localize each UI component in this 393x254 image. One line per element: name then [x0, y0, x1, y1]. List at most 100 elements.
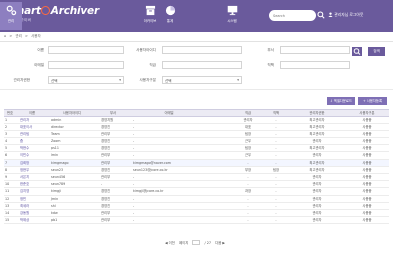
table-row[interactable]: 4 줌 Zoom 경영진 - 근무 - 관리자 사용중 — [4, 138, 389, 146]
rank-input[interactable] — [162, 61, 242, 69]
header-search-input[interactable] — [273, 12, 309, 19]
department-search-button[interactable] — [352, 47, 362, 56]
excel-download-button[interactable]: ⇩ 엑셀다운로드 — [327, 97, 355, 105]
cell-name[interactable]: 줌 — [17, 138, 47, 145]
cell-email: - — [133, 175, 135, 179]
add-user-button[interactable]: + 사용자등록 — [358, 97, 387, 105]
table-row[interactable]: 5 박현수 ps11 경영진 - 팀장 - 최고관리자 사용중 — [4, 145, 389, 153]
nav-system[interactable]: 시스템 — [222, 4, 242, 28]
cell-name[interactable]: 관리팀 — [17, 131, 47, 138]
department-label: 부서 — [267, 48, 274, 52]
cell-user-id: kimgji — [51, 189, 61, 194]
cell-name[interactable]: 서은지 — [17, 174, 47, 181]
excel-download-label: 엑셀다운로드 — [333, 99, 352, 103]
cell-position: - — [275, 131, 277, 136]
rank-label: 직급 — [149, 63, 156, 67]
cell-rank: 근무 — [244, 153, 252, 158]
archive-box-icon — [145, 5, 155, 16]
email-input[interactable] — [48, 61, 124, 69]
position-input[interactable] — [280, 61, 350, 69]
user-id-input[interactable] — [162, 46, 242, 54]
page-label: 페이지 — [178, 241, 189, 245]
table-row[interactable]: 10 한준호 seun789 - - - - 관리자 사용중 — [4, 181, 389, 189]
cell-admin-auth: 최고관리자 — [309, 124, 325, 129]
table-row[interactable]: 3 관리팀 Team 관리부 - 팀장 - 최고관리자 사용중 — [4, 131, 389, 139]
cell-number: 1 — [5, 117, 8, 122]
table-row[interactable]: 15 박제상 pb1 관리부 - - - 관리자 사용중 — [4, 217, 389, 225]
table-body: 1 관리자 admin 경영지원 - 관리자 - 최고관리자 사용중 2 대표이사 director 경… — [4, 117, 389, 225]
home-icon[interactable]: ⌂ — [4, 34, 6, 38]
breadcrumb-sep: > — [25, 34, 28, 38]
cell-department: 관리부 — [101, 131, 111, 136]
nav-manage[interactable]: 관리 — [0, 2, 22, 30]
search-icon[interactable] — [317, 11, 325, 19]
cell-name[interactable]: 강동원 — [17, 210, 47, 217]
cell-email: - — [133, 153, 135, 158]
table-row[interactable]: 2 대표이사 director 경영진 - 대표 - 최고관리자 사용중 — [4, 124, 389, 131]
cell-user-id: ps11 — [51, 146, 60, 151]
breadcrumb-manage[interactable]: 관리 — [15, 34, 21, 38]
department-input[interactable] — [280, 46, 350, 54]
table-row[interactable]: 7 김희망 kimgmago 관리부 kimgmago@naver.com - - 최고관리자… — [4, 159, 389, 167]
cell-email: - — [133, 124, 135, 129]
nav-archive-label: 아카이브 — [143, 19, 157, 23]
table-row[interactable]: 1 관리자 admin 경영지원 - 관리자 - 최고관리자 사용중 — [4, 117, 389, 124]
search-icon — [353, 48, 361, 55]
cell-admin-auth: 최고관리자 — [309, 146, 325, 151]
name-input[interactable] — [48, 46, 124, 54]
cell-name[interactable]: 박현수 — [17, 145, 47, 152]
cell-department: 경영진 — [101, 139, 111, 144]
admin-auth-select[interactable]: 선택 ▾ — [48, 76, 124, 84]
cell-name[interactable]: 정현우 — [17, 167, 47, 174]
cell-name[interactable]: 박제상 — [17, 217, 47, 224]
user-type-select[interactable]: 선택 ▾ — [162, 76, 242, 84]
cell-name[interactable]: 김희망 — [17, 160, 47, 167]
cell-number: 11 — [5, 189, 10, 194]
cell-position: - — [275, 196, 277, 201]
cell-user-type: 사용중 — [362, 210, 372, 215]
breadcrumb-users: 사용자 — [31, 34, 41, 38]
search-button[interactable]: 검색 — [368, 47, 385, 56]
user-id-label: 사용자아이디 — [136, 48, 156, 52]
nav-archive[interactable]: 아카이브 — [140, 4, 160, 28]
cell-user-id: shl — [51, 203, 56, 208]
table-row[interactable]: 9 서은지 seun456 관리부 - - - 관리자 사용중 — [4, 174, 389, 182]
cell-admin-auth: 관리자 — [312, 218, 322, 223]
cell-admin-auth: 관리자 — [312, 189, 322, 194]
cell-name[interactable]: 대표이사 — [17, 124, 47, 131]
cell-email: - — [133, 146, 135, 151]
cell-number: 3 — [5, 131, 8, 136]
cell-user-type: 사용중 — [362, 131, 372, 136]
table-row[interactable]: 14 강동원 kdw 관리부 - - - 관리자 사용중 — [4, 210, 389, 218]
cell-department: 관리부 — [101, 175, 111, 179]
next-page-button[interactable]: 다음 ▶ — [215, 241, 225, 245]
cell-name[interactable]: 한준호 — [17, 181, 47, 188]
cell-email: - — [133, 210, 135, 215]
table-row[interactable]: 12 정민 Jmin 경영진 - - - 관리자 사용중 — [4, 196, 389, 203]
cell-name[interactable]: 관리자 — [17, 117, 47, 124]
cell-department: 관리부 — [101, 210, 111, 215]
table-row[interactable]: 6 이민수 lmin 관리부 - 근무 - 관리자 사용중 — [4, 152, 389, 160]
cell-email: - — [133, 196, 135, 201]
prev-page-button[interactable]: ◀ 이전 — [165, 241, 175, 245]
header-user[interactable]: 관리자님 로그아웃 — [328, 12, 363, 18]
table-row[interactable]: 11 김지영 kimgji 경영진 kimgji@jcore.co.kr 과장 - 관리자 사용… — [4, 188, 389, 196]
cell-name[interactable]: 정민 — [17, 196, 47, 203]
page-number-input[interactable] — [192, 240, 201, 245]
cell-email: - — [133, 139, 135, 144]
cell-rank: 팀장 — [244, 131, 252, 136]
nav-stats[interactable]: 통계 — [160, 4, 180, 28]
cell-admin-auth: 최고관리자 — [309, 131, 325, 136]
cell-position: - — [275, 139, 277, 144]
user-icon — [328, 12, 333, 17]
cell-name[interactable]: 최세라 — [17, 203, 47, 210]
cell-name[interactable]: 이민수 — [17, 152, 47, 159]
cell-user-id: seun789 — [51, 182, 66, 187]
table-row[interactable]: 13 최세라 shl 경영진 - - - 관리자 사용중 — [4, 203, 389, 210]
nav-system-label: 시스템 — [227, 19, 237, 23]
table-row[interactable]: 8 정현우 seun23 경영진 seun123@jcore.co.kr 부장 팀장 최고관리… — [4, 167, 389, 174]
cell-number: 15 — [5, 218, 10, 223]
cell-admin-auth: 최고관리자 — [309, 160, 325, 165]
logo-tail-text: Archiver — [50, 5, 99, 17]
cell-name[interactable]: 김지영 — [17, 188, 47, 195]
